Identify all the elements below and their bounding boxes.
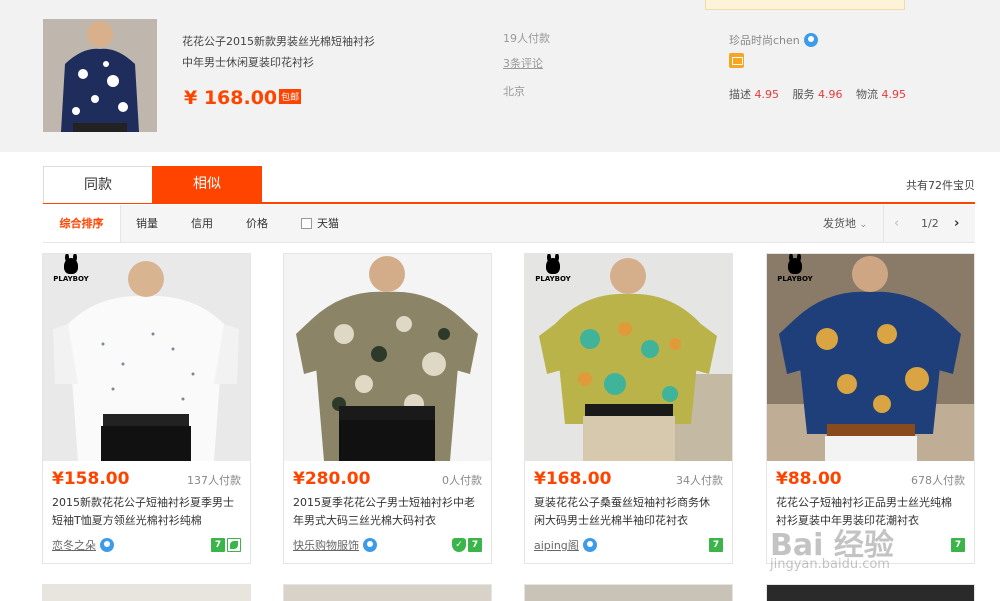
- wangwang-chat-icon[interactable]: [100, 538, 114, 552]
- product-image[interactable]: [284, 254, 491, 461]
- product-title[interactable]: 2015新款花花公子短袖衬衫夏季男士 短袖T恤夏方领丝光棉衬衫纯棉: [52, 494, 244, 530]
- current-product-sales: 19人付款: [503, 32, 550, 45]
- product-card[interactable]: PLAYBOY ¥168.00 34人付款 夏装花花公子桑蚕丝短袖衬衫商务休 闲…: [524, 253, 733, 564]
- product-price: ¥88.00: [776, 469, 842, 489]
- shop-icon[interactable]: [729, 53, 744, 68]
- product-price: ¥280.00: [293, 469, 371, 489]
- seven-day-return-icon: 7: [951, 537, 965, 552]
- product-sales: 34人付款: [676, 474, 723, 487]
- total-count: 共有72件宝贝: [906, 179, 975, 192]
- eco-icon: [227, 537, 241, 552]
- free-shipping-badge: 包邮: [279, 89, 302, 104]
- wangwang-chat-icon[interactable]: [582, 538, 597, 552]
- current-product-panel: 花花公子2015新款男装丝光棉短袖衬衫 中年男士休闲夏装印花衬衫 ¥ 168.0…: [0, 0, 1000, 152]
- tab-similar[interactable]: 相似: [152, 166, 262, 203]
- product-price: ¥158.00: [52, 469, 130, 489]
- chevron-down-icon: ⌄: [859, 220, 868, 230]
- current-product-image[interactable]: [43, 19, 157, 132]
- current-product-title[interactable]: 花花公子2015新款男装丝光棉短袖衬衫 中年男士休闲夏装印花衬衫: [182, 31, 402, 73]
- product-sales: 137人付款: [187, 474, 241, 487]
- current-shop-name[interactable]: 珍品时尚chen: [729, 32, 818, 48]
- sort-default[interactable]: 综合排序: [43, 205, 121, 242]
- sort-sales[interactable]: 销量: [136, 205, 158, 242]
- page-indicator: 1/2: [921, 217, 939, 230]
- product-sales: 678人付款: [911, 474, 965, 487]
- sort-credit[interactable]: 信用: [191, 205, 213, 242]
- current-product-price: ¥ 168.00 包邮: [184, 87, 302, 109]
- wangwang-chat-icon[interactable]: [363, 538, 377, 552]
- next-page-icon[interactable]: ›: [954, 216, 959, 231]
- product-price: ¥168.00: [534, 469, 612, 489]
- service-icons: 7: [707, 537, 723, 552]
- product-shop[interactable]: 恋冬之朵: [52, 537, 114, 553]
- product-image[interactable]: PLAYBOY: [43, 254, 250, 461]
- product-card-partial[interactable]: [766, 584, 975, 601]
- sort-price[interactable]: 价格: [246, 205, 268, 242]
- service-icons: ✓ 7: [450, 537, 482, 552]
- pager: ‹ 1/2 ›: [883, 205, 975, 242]
- product-title[interactable]: 花花公子短袖衬衫正品男士丝光纯棉 衬衫夏装中年男装印花潮衬衣: [776, 494, 968, 530]
- tab-same-style[interactable]: 同款: [43, 166, 153, 203]
- playboy-logo: PLAYBOY: [533, 254, 573, 290]
- seven-day-return-icon: 7: [709, 537, 723, 552]
- product-card[interactable]: ¥280.00 0人付款 2015夏季花花公子男士短袖衬衫中老 年男式大码三丝光…: [283, 253, 492, 564]
- wangwang-chat-icon[interactable]: [803, 33, 818, 47]
- product-card[interactable]: PLAYBOY ¥88.00 678人付款 花花公子短袖衬衫正品男士丝光纯棉 衬…: [766, 253, 975, 564]
- product-card-partial[interactable]: [283, 584, 492, 601]
- product-shop[interactable]: aiping阁: [534, 537, 597, 553]
- product-image[interactable]: PLAYBOY: [525, 254, 732, 461]
- product-image[interactable]: PLAYBOY: [767, 254, 974, 461]
- filter-tmall[interactable]: 天猫: [301, 205, 339, 242]
- sort-bar: 综合排序 销量 信用 价格 天猫 发货地 ⌄ ‹ 1/2 ›: [43, 205, 975, 243]
- result-tabs: 同款 相似 共有72件宝贝: [43, 166, 975, 204]
- ship-from-dropdown[interactable]: 发货地 ⌄: [823, 205, 867, 242]
- shop-scores: 描述 4.95 服务 4.96 物流 4.95: [729, 88, 906, 101]
- guarantee-shield-icon: ✓: [452, 537, 466, 552]
- current-product-location: 北京: [503, 85, 525, 98]
- service-icons: 7: [949, 537, 965, 552]
- product-title[interactable]: 2015夏季花花公子男士短袖衬衫中老 年男式大码三丝光棉大码衬衣: [293, 494, 485, 530]
- playboy-logo: PLAYBOY: [51, 254, 91, 290]
- top-notice-strip: [705, 0, 905, 10]
- product-shop[interactable]: 快乐购物服饰: [293, 537, 377, 553]
- product-title[interactable]: 夏装花花公子桑蚕丝短袖衬衫商务休 闲大码男士丝光棉半袖印花衬衣: [534, 494, 726, 530]
- playboy-logo: PLAYBOY: [775, 254, 815, 290]
- seven-day-return-icon: 7: [468, 537, 482, 552]
- product-card-partial[interactable]: [42, 584, 251, 601]
- product-card-partial[interactable]: [524, 584, 733, 601]
- tmall-checkbox[interactable]: [301, 218, 312, 229]
- product-sales: 0人付款: [442, 474, 482, 487]
- current-product-reviews-link[interactable]: 3条评论: [503, 55, 543, 71]
- prev-page-icon[interactable]: ‹: [894, 216, 899, 231]
- product-card[interactable]: PLAYBOY ¥158.00 137人付款 2015新款花花公子短袖衬衫夏季男…: [42, 253, 251, 564]
- service-icons: 7: [209, 537, 241, 552]
- seven-day-return-icon: 7: [211, 537, 225, 552]
